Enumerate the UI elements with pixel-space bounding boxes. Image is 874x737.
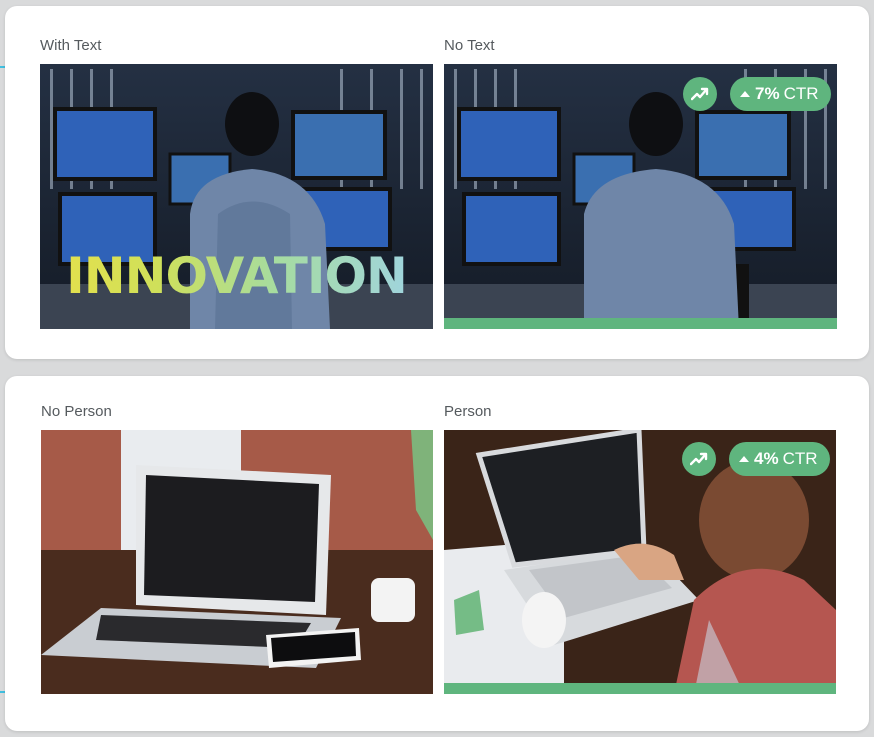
thumbnail-no-text[interactable]: 7% CTR	[444, 64, 837, 329]
thumbnail-no-person[interactable]	[41, 430, 433, 694]
ctr-label: CTR	[783, 84, 819, 103]
thumbnail-overlay-text: INNOVATION	[40, 247, 433, 305]
variant-label-person: Person	[444, 403, 492, 420]
comparison-card-person: No Person Person 4% CTR	[5, 376, 869, 731]
thumbnail-person[interactable]: 4% CTR	[444, 430, 836, 694]
ctr-badge: 7% CTR	[730, 77, 831, 111]
triangle-up-icon	[740, 91, 750, 97]
ctr-value: 7%	[755, 84, 780, 103]
variant-label-no-text: No Text	[444, 37, 495, 54]
variant-label-no-person: No Person	[41, 403, 112, 420]
ctr-value: 4%	[754, 449, 779, 468]
trending-up-icon	[682, 442, 716, 476]
winner-bar	[444, 683, 836, 694]
triangle-up-icon	[739, 456, 749, 462]
thumbnail-with-text[interactable]: INNOVATION	[40, 64, 433, 329]
trending-up-icon	[683, 77, 717, 111]
ctr-badge: 4% CTR	[729, 442, 830, 476]
laptop-desk-image	[41, 430, 433, 694]
comparison-card-text: With Text No Text INNOVATION 7% CTR	[5, 6, 869, 359]
winner-bar	[444, 318, 837, 329]
variant-label-with-text: With Text	[40, 37, 102, 54]
ctr-label: CTR	[782, 449, 818, 468]
